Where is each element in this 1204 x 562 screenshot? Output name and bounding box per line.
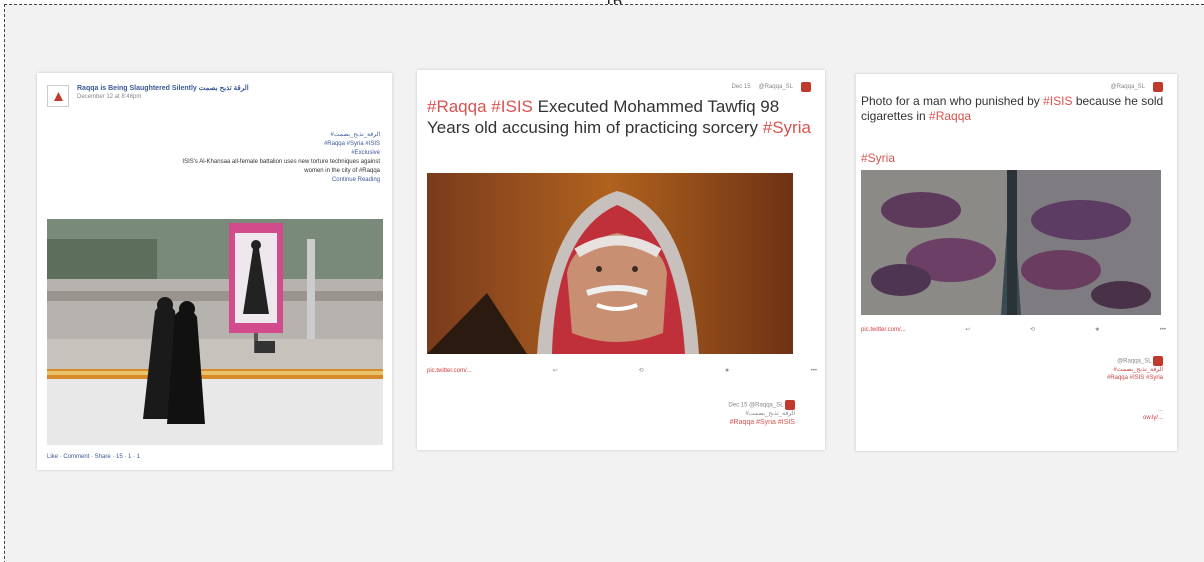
hashtag-isis[interactable]: #ISIS xyxy=(1043,94,1072,108)
tweet-header: Dec 15 @Raqqa_SL xyxy=(732,82,811,92)
post-line: women in the city of #Raqqa xyxy=(304,168,380,174)
tweet-card-2: @Raqqa_SL Photo for a man who punished b… xyxy=(856,74,1177,451)
continue-reading-link[interactable]: Continue Reading xyxy=(60,176,380,185)
favorite-icon[interactable]: ★ xyxy=(724,367,729,375)
second-reply: ... ow.ly/... xyxy=(1143,406,1163,422)
post-text: #الرقة_تذبح_بصمت #Raqqa #Syria #ISIS #Ex… xyxy=(60,131,380,185)
tweet-actions: pic.twitter.com/... ↩ ⟲ ★ ••• xyxy=(861,326,1166,334)
hashtag-syria[interactable]: #Syria xyxy=(763,118,811,137)
hashtag-syria[interactable]: #Syria xyxy=(861,151,895,165)
post-header: Raqqa is Being Slaughtered Silently الرق… xyxy=(77,84,377,101)
tweet-link[interactable]: pic.twitter.com/... xyxy=(427,367,472,375)
favorite-icon[interactable]: ★ xyxy=(1095,326,1100,334)
post-line[interactable]: #Exclusive xyxy=(60,149,380,158)
tweet-text: #Raqqa #ISIS Executed Mohammed Tawfiq 98… xyxy=(427,97,811,137)
post-line[interactable]: #الرقة_تذبح_بصمت xyxy=(60,131,380,140)
reply-arabic: #الرقة_تذبح_بصمت xyxy=(745,411,795,417)
retweet-icon[interactable]: ⟲ xyxy=(1030,326,1035,334)
account-avatar[interactable] xyxy=(1153,82,1163,92)
post-meta: December 12 at 8:46pm xyxy=(77,94,142,100)
hashtag-raqqa[interactable]: #Raqqa xyxy=(929,109,971,123)
facebook-post-card: Raqqa is Being Slaughtered Silently الرق… xyxy=(37,73,392,470)
tweet-actions: pic.twitter.com/... ↩ ⟲ ★ ••• xyxy=(427,367,817,375)
page-avatar[interactable] xyxy=(47,85,69,107)
tweet-account[interactable]: @Raqqa_SL xyxy=(1111,83,1145,91)
tweet-text: Photo for a man who punished by #ISIS be… xyxy=(861,94,1164,123)
tweet-header: @Raqqa_SL xyxy=(1111,82,1163,92)
reply-tweet: Dec 15 @Raqqa_SL #الرقة_تذبح_بصمت #Raqqa… xyxy=(728,400,795,428)
post-actions[interactable]: Like · Comment · Share · 15 · 1 · 1 xyxy=(47,453,140,461)
reply-meta: @Raqqa_SL xyxy=(1107,356,1163,366)
second-reply-link[interactable]: ow.ly/... xyxy=(1143,414,1163,422)
more-icon[interactable]: ••• xyxy=(811,367,817,375)
hashtag-raqqa[interactable]: #Raqqa xyxy=(427,97,487,116)
post-line[interactable]: #Raqqa #Syria #ISIS xyxy=(60,140,380,149)
post-line: ISIS's Al-Khansaa all-female battalion u… xyxy=(182,159,380,165)
reply-hashtags[interactable]: #Raqqa #ISIS #Syria xyxy=(1107,374,1163,382)
tweet-date: Dec 15 xyxy=(731,84,751,90)
second-reply-text: ... xyxy=(1157,407,1163,413)
reply-hashtags[interactable]: #Raqqa #Syria #ISIS xyxy=(728,418,795,428)
more-icon[interactable]: ••• xyxy=(1160,326,1166,334)
hashtag-isis[interactable]: #ISIS xyxy=(491,97,533,116)
retweet-icon[interactable]: ⟲ xyxy=(638,367,643,375)
account-avatar[interactable] xyxy=(801,82,811,92)
tweet-account[interactable]: @Raqqa_SL xyxy=(759,83,793,91)
reply-tweet: @Raqqa_SL #الرقة_تذبح_بصمت #Raqqa #ISIS … xyxy=(1107,356,1163,382)
reply-avatar xyxy=(1153,356,1163,366)
street-photo[interactable] xyxy=(47,219,383,445)
reply-meta: Dec 15 @Raqqa_SL xyxy=(728,400,795,410)
tweet-card-1: Dec 15 @Raqqa_SL #Raqqa #ISIS Executed M… xyxy=(417,70,825,450)
tweet-link[interactable]: pic.twitter.com/... xyxy=(861,326,906,334)
reply-icon[interactable]: ↩ xyxy=(965,326,970,334)
reply-arabic[interactable]: #الرقة_تذبح_بصمت xyxy=(1107,366,1163,374)
page-name[interactable]: Raqqa is Being Slaughtered Silently الرق… xyxy=(77,84,377,93)
man-portrait-photo[interactable] xyxy=(427,173,793,354)
bruised-legs-photo[interactable] xyxy=(861,170,1161,315)
reply-icon[interactable]: ↩ xyxy=(553,367,558,375)
reply-avatar xyxy=(785,400,795,410)
